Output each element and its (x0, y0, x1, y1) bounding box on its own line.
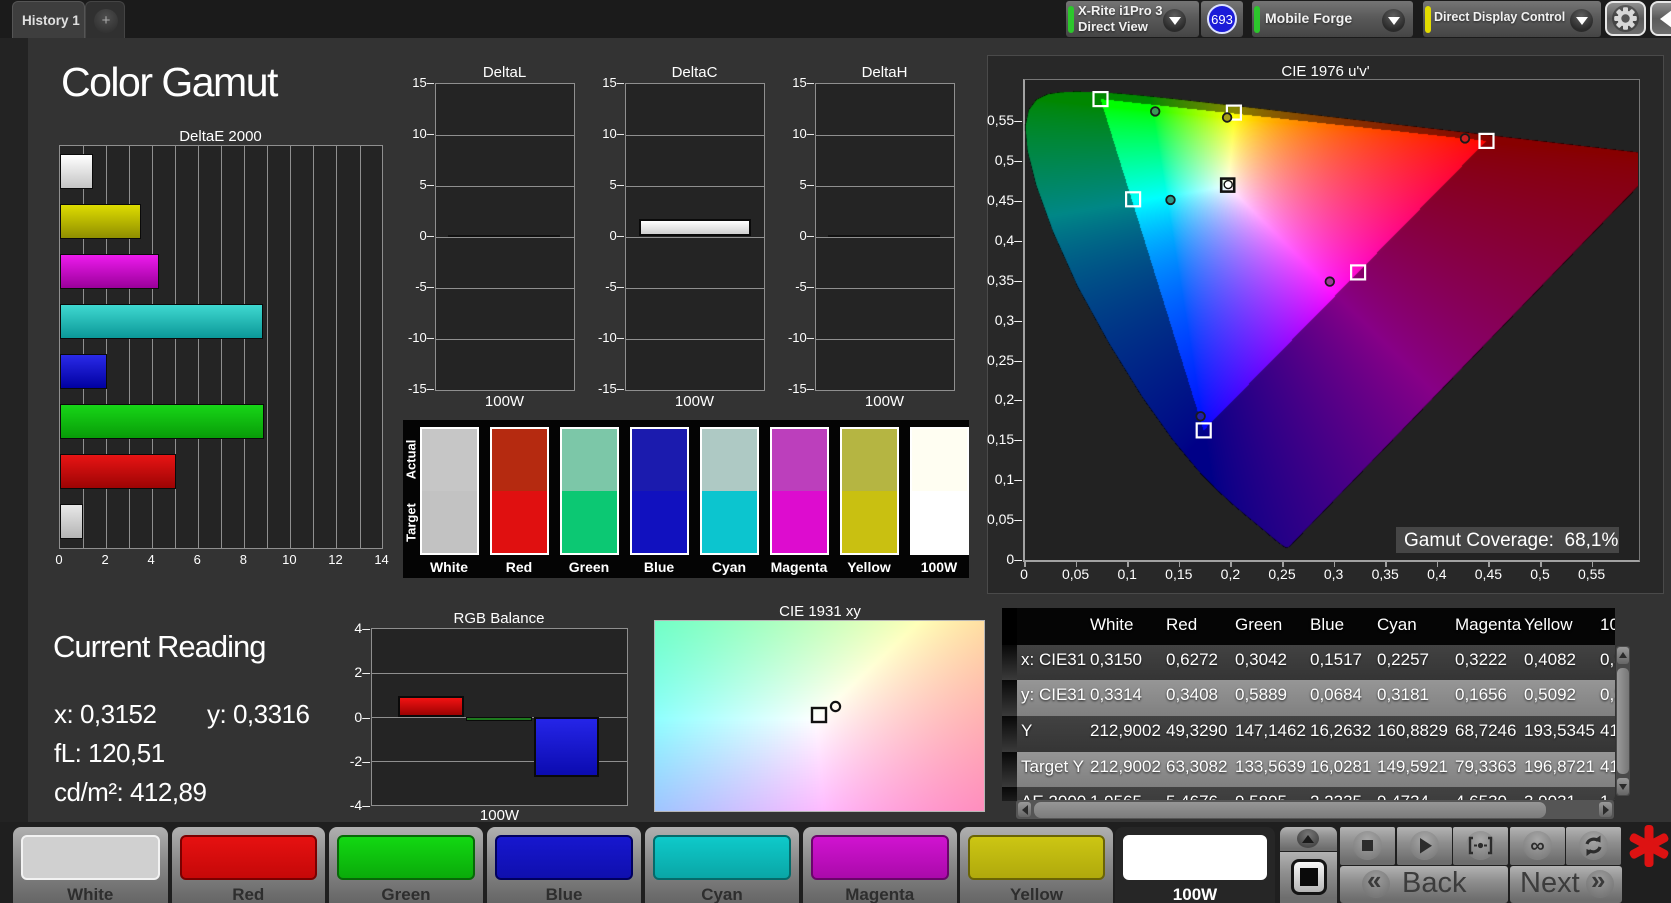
svg-text:∞: ∞ (1530, 835, 1544, 857)
